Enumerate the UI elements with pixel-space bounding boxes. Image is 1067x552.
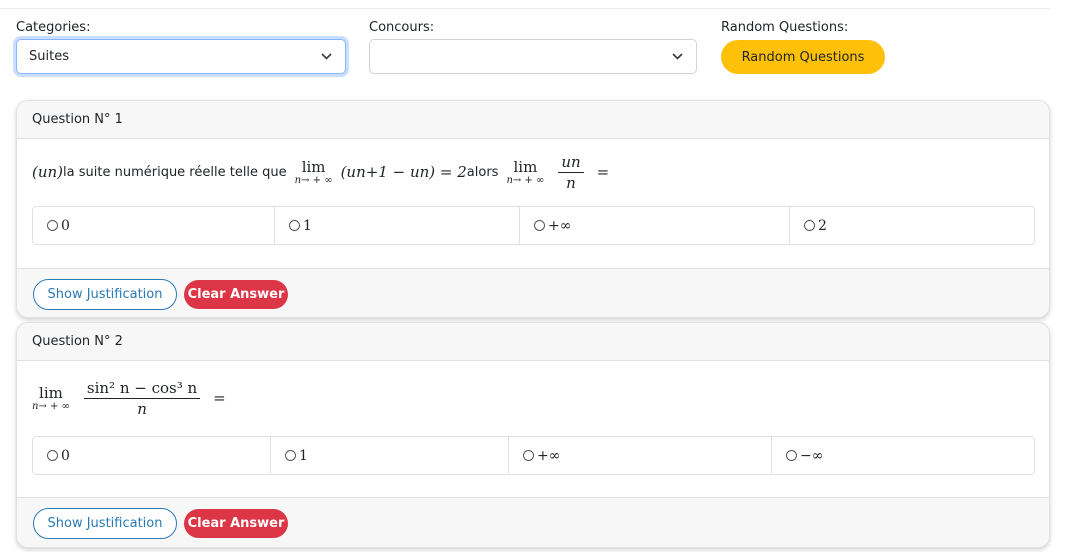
chevron-down-icon: [670, 50, 684, 64]
question-alors: alors: [466, 164, 499, 180]
radio-unchecked-icon[interactable]: [534, 220, 545, 231]
card-footer: Show Justification Clear Answer: [17, 268, 1049, 317]
radio-unchecked-icon[interactable]: [523, 450, 534, 461]
option-label: 1: [299, 447, 308, 464]
answer-option[interactable]: 0: [33, 207, 275, 244]
answer-option[interactable]: +∞: [520, 207, 790, 244]
math-numerator: sin² n − cos³ n: [83, 380, 201, 399]
math-limit: lim n→ + ∞: [32, 385, 70, 412]
concours-label: Concours:: [369, 20, 435, 35]
show-justification-button[interactable]: Show Justification: [33, 508, 177, 539]
math-numerator: un: [558, 154, 584, 173]
option-label: 0: [61, 217, 70, 234]
math-equals: =: [213, 389, 226, 407]
math-fraction: un n: [558, 154, 584, 192]
answer-option[interactable]: 2: [790, 207, 1034, 244]
show-justification-button[interactable]: Show Justification: [33, 279, 177, 310]
question-header: Question N° 2: [17, 323, 1049, 361]
question-text: lim n→ + ∞ sin² n − cos³ n n =: [32, 373, 226, 423]
option-label: 1: [303, 217, 312, 234]
random-questions-button[interactable]: Random Questions: [721, 40, 885, 74]
question-header: Question N° 1: [17, 101, 1049, 139]
math-sequence-var: (un): [32, 163, 64, 181]
math-limit: lim n→ + ∞: [506, 159, 544, 186]
answer-options: 0 1 +∞ −∞: [32, 436, 1035, 475]
math-fraction: sin² n − cos³ n n: [83, 380, 201, 418]
math-lim-sub: n→ + ∞: [506, 174, 545, 186]
categories-selected-value: Suites: [29, 49, 69, 64]
answer-option[interactable]: 1: [275, 207, 520, 244]
math-lim-operator: lim: [39, 383, 63, 402]
math-lim-sub: n→ + ∞: [32, 400, 70, 412]
option-label: 0: [61, 447, 70, 464]
chevron-down-icon: [319, 50, 333, 64]
math-expression: (un+1 − un) = 2: [340, 163, 467, 181]
math-limit: lim n→ + ∞: [295, 159, 333, 186]
math-denominator: n: [137, 399, 147, 418]
concours-select[interactable]: [369, 39, 697, 74]
answer-option[interactable]: −∞: [772, 437, 1034, 474]
option-label: +∞: [548, 217, 572, 234]
question-text: (un) la suite numérique réelle telle que…: [32, 151, 609, 193]
math-denominator: n: [566, 173, 576, 192]
question-card-2: Question N° 2 lim n→ + ∞ sin² n − cos³ n…: [16, 322, 1050, 548]
math-lim-sub: n→ + ∞: [294, 174, 333, 186]
question-phrase: la suite numérique réelle telle que: [63, 164, 287, 180]
clear-answer-button[interactable]: Clear Answer: [184, 280, 288, 309]
answer-option[interactable]: 1: [271, 437, 509, 474]
top-divider: [0, 8, 1050, 9]
answer-options: 0 1 +∞ 2: [32, 206, 1035, 245]
answer-option[interactable]: +∞: [509, 437, 772, 474]
clear-answer-button[interactable]: Clear Answer: [184, 509, 288, 538]
option-label: +∞: [537, 447, 561, 464]
question-card-1: Question N° 1 (un) la suite numérique ré…: [16, 100, 1050, 318]
radio-unchecked-icon[interactable]: [804, 220, 815, 231]
radio-unchecked-icon[interactable]: [786, 450, 797, 461]
math-equals: =: [596, 163, 610, 181]
radio-unchecked-icon[interactable]: [47, 450, 58, 461]
math-lim-operator: lim: [301, 157, 326, 176]
radio-unchecked-icon[interactable]: [289, 220, 300, 231]
option-label: 2: [818, 217, 827, 234]
option-label: −∞: [800, 447, 824, 464]
categories-select[interactable]: Suites: [16, 39, 346, 74]
math-lim-operator: lim: [513, 157, 538, 176]
card-footer: Show Justification Clear Answer: [17, 497, 1049, 547]
answer-option[interactable]: 0: [33, 437, 271, 474]
categories-label: Categories:: [16, 20, 91, 35]
radio-unchecked-icon[interactable]: [285, 450, 296, 461]
random-questions-label: Random Questions:: [721, 20, 849, 35]
radio-unchecked-icon[interactable]: [47, 220, 58, 231]
